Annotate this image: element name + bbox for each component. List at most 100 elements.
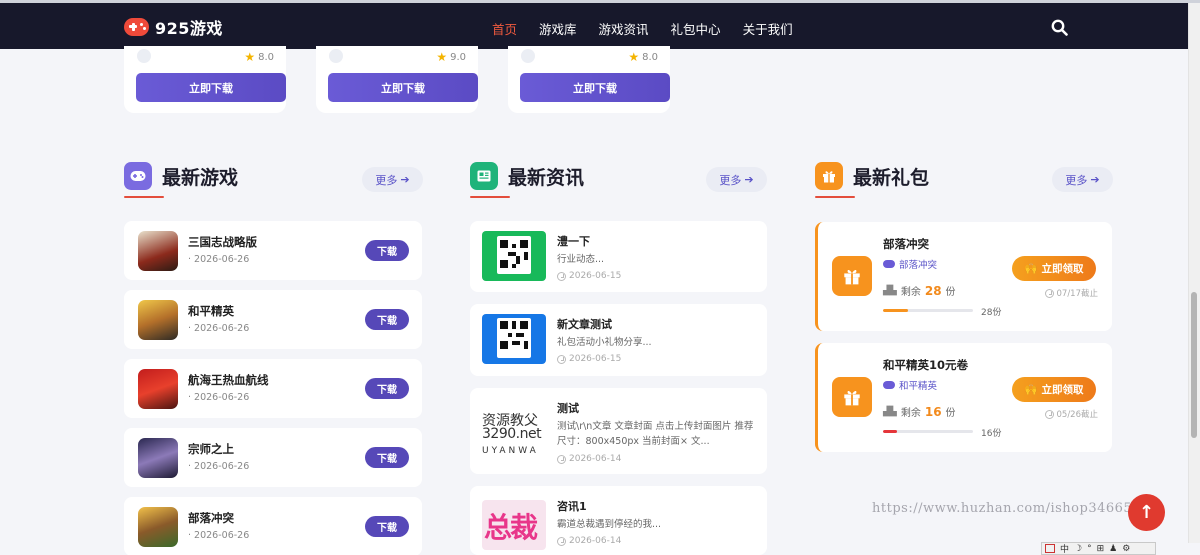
download-button[interactable]: 下载 [365,447,409,468]
gift-title: 和平精英10元卷 [883,358,969,372]
clock-icon [557,271,566,281]
user-hand-icon: 🙌 [1024,384,1038,396]
hot-game-card: ★ 9.0 立即下载 [316,46,478,113]
ime-user-icon[interactable]: ♟ [1109,544,1117,554]
news-title: 咨讯1 [557,500,587,513]
qr-code-icon [500,321,528,349]
game-date: · 2026-06-26 [188,392,250,403]
game-thumb-placeholder [521,49,535,63]
gift-total: 28份 [981,308,1002,318]
news-summary: 测试\r\n文章 文章封面 点击上传封面图片 推荐尺寸：800x450px 当前… [557,421,754,447]
download-button[interactable]: 下载 [365,378,409,399]
clock-icon [557,454,566,464]
gift-deadline: 05/26截止 [1044,408,1098,420]
news-date: 2026-06-15 [557,271,621,281]
game-name: 航海王热血航线 [188,373,269,387]
news-thumbnail [482,314,546,364]
back-to-top-button[interactable]: ↑ [1128,494,1165,531]
gift-icon [815,162,843,190]
nav-home[interactable]: 首页 [492,19,517,38]
game-thumb-placeholder [329,49,343,63]
hot-game-card: ★ 8.0 立即下载 [124,46,286,113]
watermark-text: https://www.huzhan.com/ishop34665 [872,501,1133,516]
user-hand-icon: 🙌 [1024,263,1038,275]
game-date: · 2026-06-26 [188,323,250,334]
clock-icon [1044,288,1054,298]
download-now-button[interactable]: 立即下载 [328,73,478,102]
arrow-up-icon: ↑ [1138,502,1155,523]
news-title: 新文章测试 [557,318,612,331]
gift-icon [832,256,872,296]
news-list-item[interactable]: 总裁 咨讯1 霸道总裁遇到停经的我... 2026-06-14 [470,486,767,555]
game-cover-image [138,300,178,340]
news-date: 2026-06-14 [557,454,621,464]
title-underline [124,196,164,198]
news-list-item[interactable]: 新文章测试 礼包活动小礼物分享... 2026-06-15 [470,304,767,376]
gift-game[interactable]: 部落冲突 [883,257,937,271]
ime-settings-icon[interactable]: ⚙ [1122,544,1130,554]
game-rating: ★ 8.0 [628,50,658,64]
download-button[interactable]: 下载 [365,309,409,330]
news-list-item[interactable]: 澧一下 行业动态... 2026-06-15 [470,221,767,292]
nav-about[interactable]: 关于我们 [743,19,793,38]
download-now-button[interactable]: 立即下载 [520,73,670,102]
clock-icon [557,354,566,364]
news-title: 测试 [557,402,579,415]
section-title: 最新礼包 [853,167,930,189]
game-list-item[interactable]: 航海王热血航线 · 2026-06-26 下载 [124,359,422,418]
claim-now-button[interactable]: 🙌 立即领取 [1012,377,1096,402]
page-scrollbar[interactable] [1188,3,1200,543]
more-news-button[interactable]: 更多 ➔ [706,167,767,192]
game-rating: ★ 9.0 [436,50,466,64]
download-now-button[interactable]: 立即下载 [136,73,286,102]
nav-gift-center[interactable]: 礼包中心 [671,19,721,38]
nav-game-library[interactable]: 游戏库 [539,19,577,38]
section-title: 最新游戏 [162,167,239,189]
gift-progress-bar [883,430,973,433]
game-cover-image [138,438,178,478]
game-list-item[interactable]: 部落冲突 · 2026-06-26 下载 [124,497,422,555]
search-icon[interactable] [1051,19,1068,36]
gift-remaining: ▟▙ 剩余 28 份 [883,283,956,299]
news-title: 澧一下 [557,235,590,248]
game-cover-image [138,369,178,409]
game-name: 和平精英 [188,304,234,318]
ime-keyboard-icon[interactable]: ⊞ [1097,544,1105,554]
game-name: 宗师之上 [188,442,234,456]
game-cover-image [138,231,178,271]
news-thumbnail [482,231,546,281]
game-name: 部落冲突 [188,511,234,525]
ime-punct-icon[interactable]: ° [1087,544,1092,554]
nav-game-news[interactable]: 游戏资讯 [599,19,649,38]
site-logo[interactable]: 925游戏 [124,15,223,39]
gift-title: 部落冲突 [883,237,929,251]
game-list-item[interactable]: 三国志战略版 · 2026-06-26 下载 [124,221,422,280]
gift-card[interactable]: 部落冲突 部落冲突 ▟▙ 剩余 28 份 28份 🙌 立即领取 07/17截止 [815,222,1112,331]
news-list-item[interactable]: 资源教父 3290.net UYANWA 测试 测试\r\n文章 文章封面 点击… [470,388,767,474]
download-button[interactable]: 下载 [365,240,409,261]
more-games-button[interactable]: 更多 ➔ [362,167,423,192]
game-list-item[interactable]: 和平精英 · 2026-06-26 下载 [124,290,422,349]
ime-mode-cn[interactable]: 中 [1060,542,1069,555]
news-date: 2026-06-14 [557,536,621,546]
download-button[interactable]: 下载 [365,516,409,537]
arrow-right-icon: ➔ [744,173,754,186]
news-summary: 行业动态... [557,254,605,265]
claim-now-button[interactable]: 🙌 立即领取 [1012,256,1096,281]
game-date: · 2026-06-26 [188,254,250,265]
gift-game[interactable]: 和平精英 [883,378,937,392]
gift-total: 16份 [981,429,1002,439]
gift-card[interactable]: 和平精英10元卷 和平精英 ▟▙ 剩余 16 份 16份 🙌 立即领取 05/26截止 [815,343,1112,452]
main-nav: 首页 游戏库 游戏资讯 礼包中心 关于我们 [492,19,815,38]
latest-games-header: 最新游戏 更多 ➔ [124,162,423,202]
game-cover-image [138,507,178,547]
ime-moon-icon[interactable]: ☽ [1074,544,1082,554]
title-underline [470,196,510,198]
more-gifts-button[interactable]: 更多 ➔ [1052,167,1113,192]
news-summary: 礼包活动小礼物分享... [557,337,652,348]
game-list-item[interactable]: 宗师之上 · 2026-06-26 下载 [124,428,422,487]
scrollbar-thumb[interactable] [1191,292,1197,438]
newspaper-icon [470,162,498,190]
star-icon: ★ [436,50,448,64]
game-date: · 2026-06-26 [188,461,250,472]
